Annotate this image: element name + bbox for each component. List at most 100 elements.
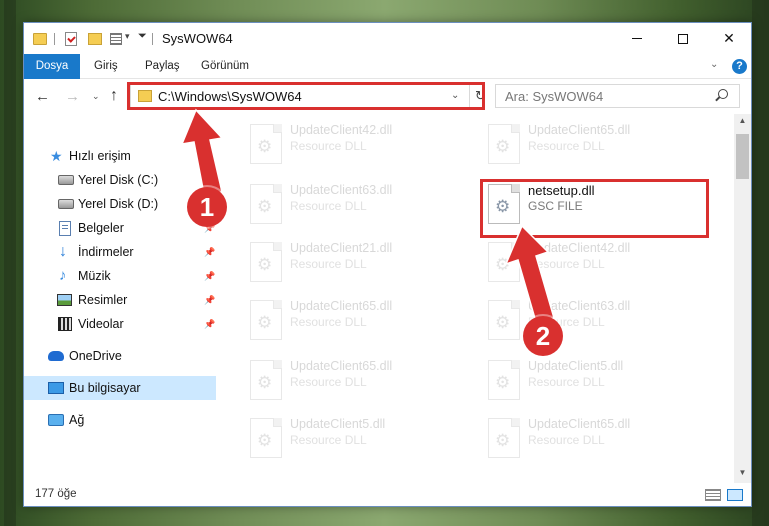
sidebar-item-local-disk-c[interactable]: Yerel Disk (C:) 📌 xyxy=(24,168,216,192)
minimize-icon xyxy=(632,38,642,39)
tab-share[interactable]: Paylaş xyxy=(145,54,180,79)
search-input[interactable]: Ara: SysWOW64 xyxy=(505,89,603,104)
help-icon[interactable]: ? xyxy=(732,59,747,74)
sidebar-item-label: Resimler xyxy=(78,293,128,307)
file-type: Resource DLL xyxy=(290,139,367,153)
file-item[interactable]: UpdateClient5.dll Resource DLL xyxy=(242,414,472,462)
maximize-icon xyxy=(678,33,688,44)
sidebar-item-network[interactable]: Ağ xyxy=(24,408,216,432)
search-box[interactable]: Ara: SysWOW64 xyxy=(495,84,740,108)
large-icons-view-icon[interactable] xyxy=(727,489,743,501)
tab-file[interactable]: Dosya xyxy=(24,54,80,79)
file-name: UpdateClient63.dll xyxy=(290,183,393,197)
file-item[interactable]: UpdateClient65.dll Resource DLL xyxy=(480,414,710,462)
sidebar-item-label: Yerel Disk (D:) xyxy=(78,197,159,211)
pin-icon: 📌 xyxy=(204,318,216,329)
title-bar: ▾ ⏷ SysWOW64 ✕ xyxy=(24,23,751,54)
view-icon[interactable] xyxy=(110,33,122,45)
music-icon: ♪ xyxy=(59,267,67,284)
chevron-down-icon[interactable]: ▾ xyxy=(125,31,130,47)
sidebar-item-documents[interactable]: Belgeler 📌 xyxy=(24,216,216,240)
dll-file-icon xyxy=(488,242,520,282)
close-button[interactable]: ✕ xyxy=(706,23,751,54)
file-type: Resource DLL xyxy=(528,257,605,271)
address-path[interactable]: C:\Windows\SysWOW64 xyxy=(158,89,302,104)
cloud-icon xyxy=(48,351,64,361)
file-item[interactable]: UpdateClient21.dll Resource DLL xyxy=(242,238,472,286)
tab-view[interactable]: Görünüm xyxy=(201,54,249,79)
videos-icon xyxy=(58,317,72,331)
new-folder-icon[interactable] xyxy=(88,33,102,45)
sidebar-item-label: Müzik xyxy=(78,269,111,283)
network-icon xyxy=(48,414,64,426)
file-type: Resource DLL xyxy=(290,257,367,271)
star-icon: ★ xyxy=(50,148,63,164)
folder-icon xyxy=(33,33,47,45)
customize-quick-access-icon[interactable]: ⏷ xyxy=(138,30,147,46)
file-name: UpdateClient42.dll xyxy=(290,123,393,137)
annotation-marker-1: 1 xyxy=(187,187,227,227)
sidebar-item-downloads[interactable]: ↓ İndirmeler 📌 xyxy=(24,240,216,264)
file-item[interactable]: UpdateClient42.dll Resource DLL xyxy=(242,120,472,168)
file-name: UpdateClient5.dll xyxy=(528,359,624,373)
file-item[interactable]: UpdateClient63.dll Resource DLL xyxy=(242,180,472,228)
vertical-scrollbar[interactable]: ▲ ▼ xyxy=(734,114,751,483)
up-button[interactable]: ↑ xyxy=(110,87,118,105)
refresh-button[interactable]: ↻ xyxy=(469,85,491,107)
file-type: Resource DLL xyxy=(290,375,367,389)
close-icon: ✕ xyxy=(723,30,735,46)
back-button[interactable]: ← xyxy=(35,88,50,105)
tab-home[interactable]: Giriş xyxy=(94,54,118,79)
file-name: UpdateClient65.dll xyxy=(528,123,631,137)
file-item[interactable]: UpdateClient65.dll Resource DLL xyxy=(242,356,472,404)
sidebar-item-this-pc[interactable]: Bu bilgisayar xyxy=(24,376,216,400)
dll-file-icon xyxy=(488,124,520,164)
file-item-netsetup[interactable]: netsetup.dll GSC FILE xyxy=(480,180,710,228)
chevron-down-icon[interactable]: ⌄ xyxy=(451,90,459,101)
file-type: Resource DLL xyxy=(528,433,605,447)
sidebar-item-music[interactable]: ♪ Müzik 📌 xyxy=(24,264,216,288)
file-name: UpdateClient63.dll xyxy=(528,299,631,313)
sidebar-item-quick-access[interactable]: ★ Hızlı erişim xyxy=(24,144,216,168)
scroll-down-icon[interactable]: ▼ xyxy=(734,468,751,477)
dll-file-icon xyxy=(250,124,282,164)
sidebar-item-label: OneDrive xyxy=(69,349,122,363)
properties-icon[interactable] xyxy=(65,32,77,46)
sidebar-item-onedrive[interactable]: OneDrive xyxy=(24,344,216,368)
background-tree xyxy=(752,0,769,526)
file-item[interactable]: UpdateClient5.dll Resource DLL xyxy=(480,356,710,404)
file-item[interactable]: UpdateClient65.dll Resource DLL xyxy=(480,120,710,168)
dll-file-icon xyxy=(488,300,520,340)
computer-icon xyxy=(48,382,64,394)
background-tree xyxy=(4,0,16,526)
sidebar-item-label: Belgeler xyxy=(78,221,124,235)
dll-file-icon xyxy=(488,418,520,458)
annotation-marker-2: 2 xyxy=(523,316,563,356)
address-bar[interactable]: C:\Windows\SysWOW64 ⌄ ↻ xyxy=(130,84,486,108)
search-icon[interactable] xyxy=(718,89,728,99)
file-name: UpdateClient65.dll xyxy=(528,417,631,431)
details-view-icon[interactable] xyxy=(705,489,721,501)
file-item[interactable]: UpdateClient63.dll Resource DLL xyxy=(480,296,710,344)
file-name: UpdateClient65.dll xyxy=(290,359,393,373)
forward-button[interactable]: → xyxy=(65,88,80,105)
folder-icon xyxy=(138,90,152,102)
scrollbar-thumb[interactable] xyxy=(736,134,749,179)
scroll-up-icon[interactable]: ▲ xyxy=(734,116,751,125)
divider xyxy=(54,33,55,45)
sidebar-item-pictures[interactable]: Resimler 📌 xyxy=(24,288,216,312)
recent-locations-button[interactable]: ⌄ xyxy=(92,91,100,102)
sidebar-item-label: Videolar xyxy=(78,317,124,331)
sidebar-item-label: Ağ xyxy=(69,413,85,427)
maximize-button[interactable] xyxy=(660,23,706,54)
pin-icon: 📌 xyxy=(204,174,216,185)
minimize-button[interactable] xyxy=(614,23,660,54)
file-item[interactable]: UpdateClient42.dll Resource DLL xyxy=(480,238,710,286)
file-type: Resource DLL xyxy=(528,139,605,153)
window-title: SysWOW64 xyxy=(162,31,233,46)
expand-ribbon-icon[interactable]: ⌄ xyxy=(710,59,718,70)
item-count: 177 öğe xyxy=(35,488,77,500)
sidebar-item-videos[interactable]: Videolar 📌 xyxy=(24,312,216,336)
file-item[interactable]: UpdateClient65.dll Resource DLL xyxy=(242,296,472,344)
file-name: UpdateClient21.dll xyxy=(290,241,393,255)
